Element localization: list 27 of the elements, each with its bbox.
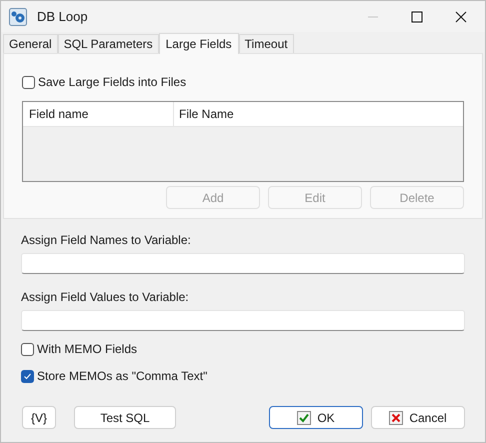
window-title: DB Loop: [37, 8, 88, 26]
button[interactable]: Cancel: [371, 406, 465, 429]
tab[interactable]: General: [3, 34, 58, 53]
checkbox[interactable]: [22, 76, 35, 88]
checkbox-label: With MEMO Fields: [37, 341, 138, 358]
input-field[interactable]: [21, 310, 465, 331]
button[interactable]: OK: [269, 406, 363, 429]
field-label: Assign Field Names to Variable:: [21, 232, 192, 249]
checkbox-label: Store MEMOs as "Comma Text": [37, 368, 208, 385]
checkbox-label: Save Large Fields into Files: [38, 74, 186, 91]
column-header[interactable]: File Name: [174, 102, 463, 126]
tab[interactable]: SQL Parameters: [58, 34, 159, 53]
check-icon: [23, 372, 32, 380]
input-field[interactable]: [21, 253, 465, 274]
checkbox[interactable]: [21, 370, 34, 382]
field-label: Assign Field Values to Variable:: [21, 289, 190, 306]
button[interactable]: {V}: [22, 406, 56, 429]
close-icon: [389, 410, 404, 424]
checkbox[interactable]: [21, 342, 34, 356]
tab[interactable]: Timeout: [238, 34, 294, 53]
maximize-icon[interactable]: [410, 10, 424, 24]
tab[interactable]: Large Fields: [158, 33, 239, 54]
close-icon[interactable]: [454, 10, 468, 24]
column-header[interactable]: Field name: [23, 102, 174, 126]
app-icon: [9, 8, 27, 26]
check-icon: [297, 410, 312, 424]
button[interactable]: Test SQL: [74, 406, 176, 429]
